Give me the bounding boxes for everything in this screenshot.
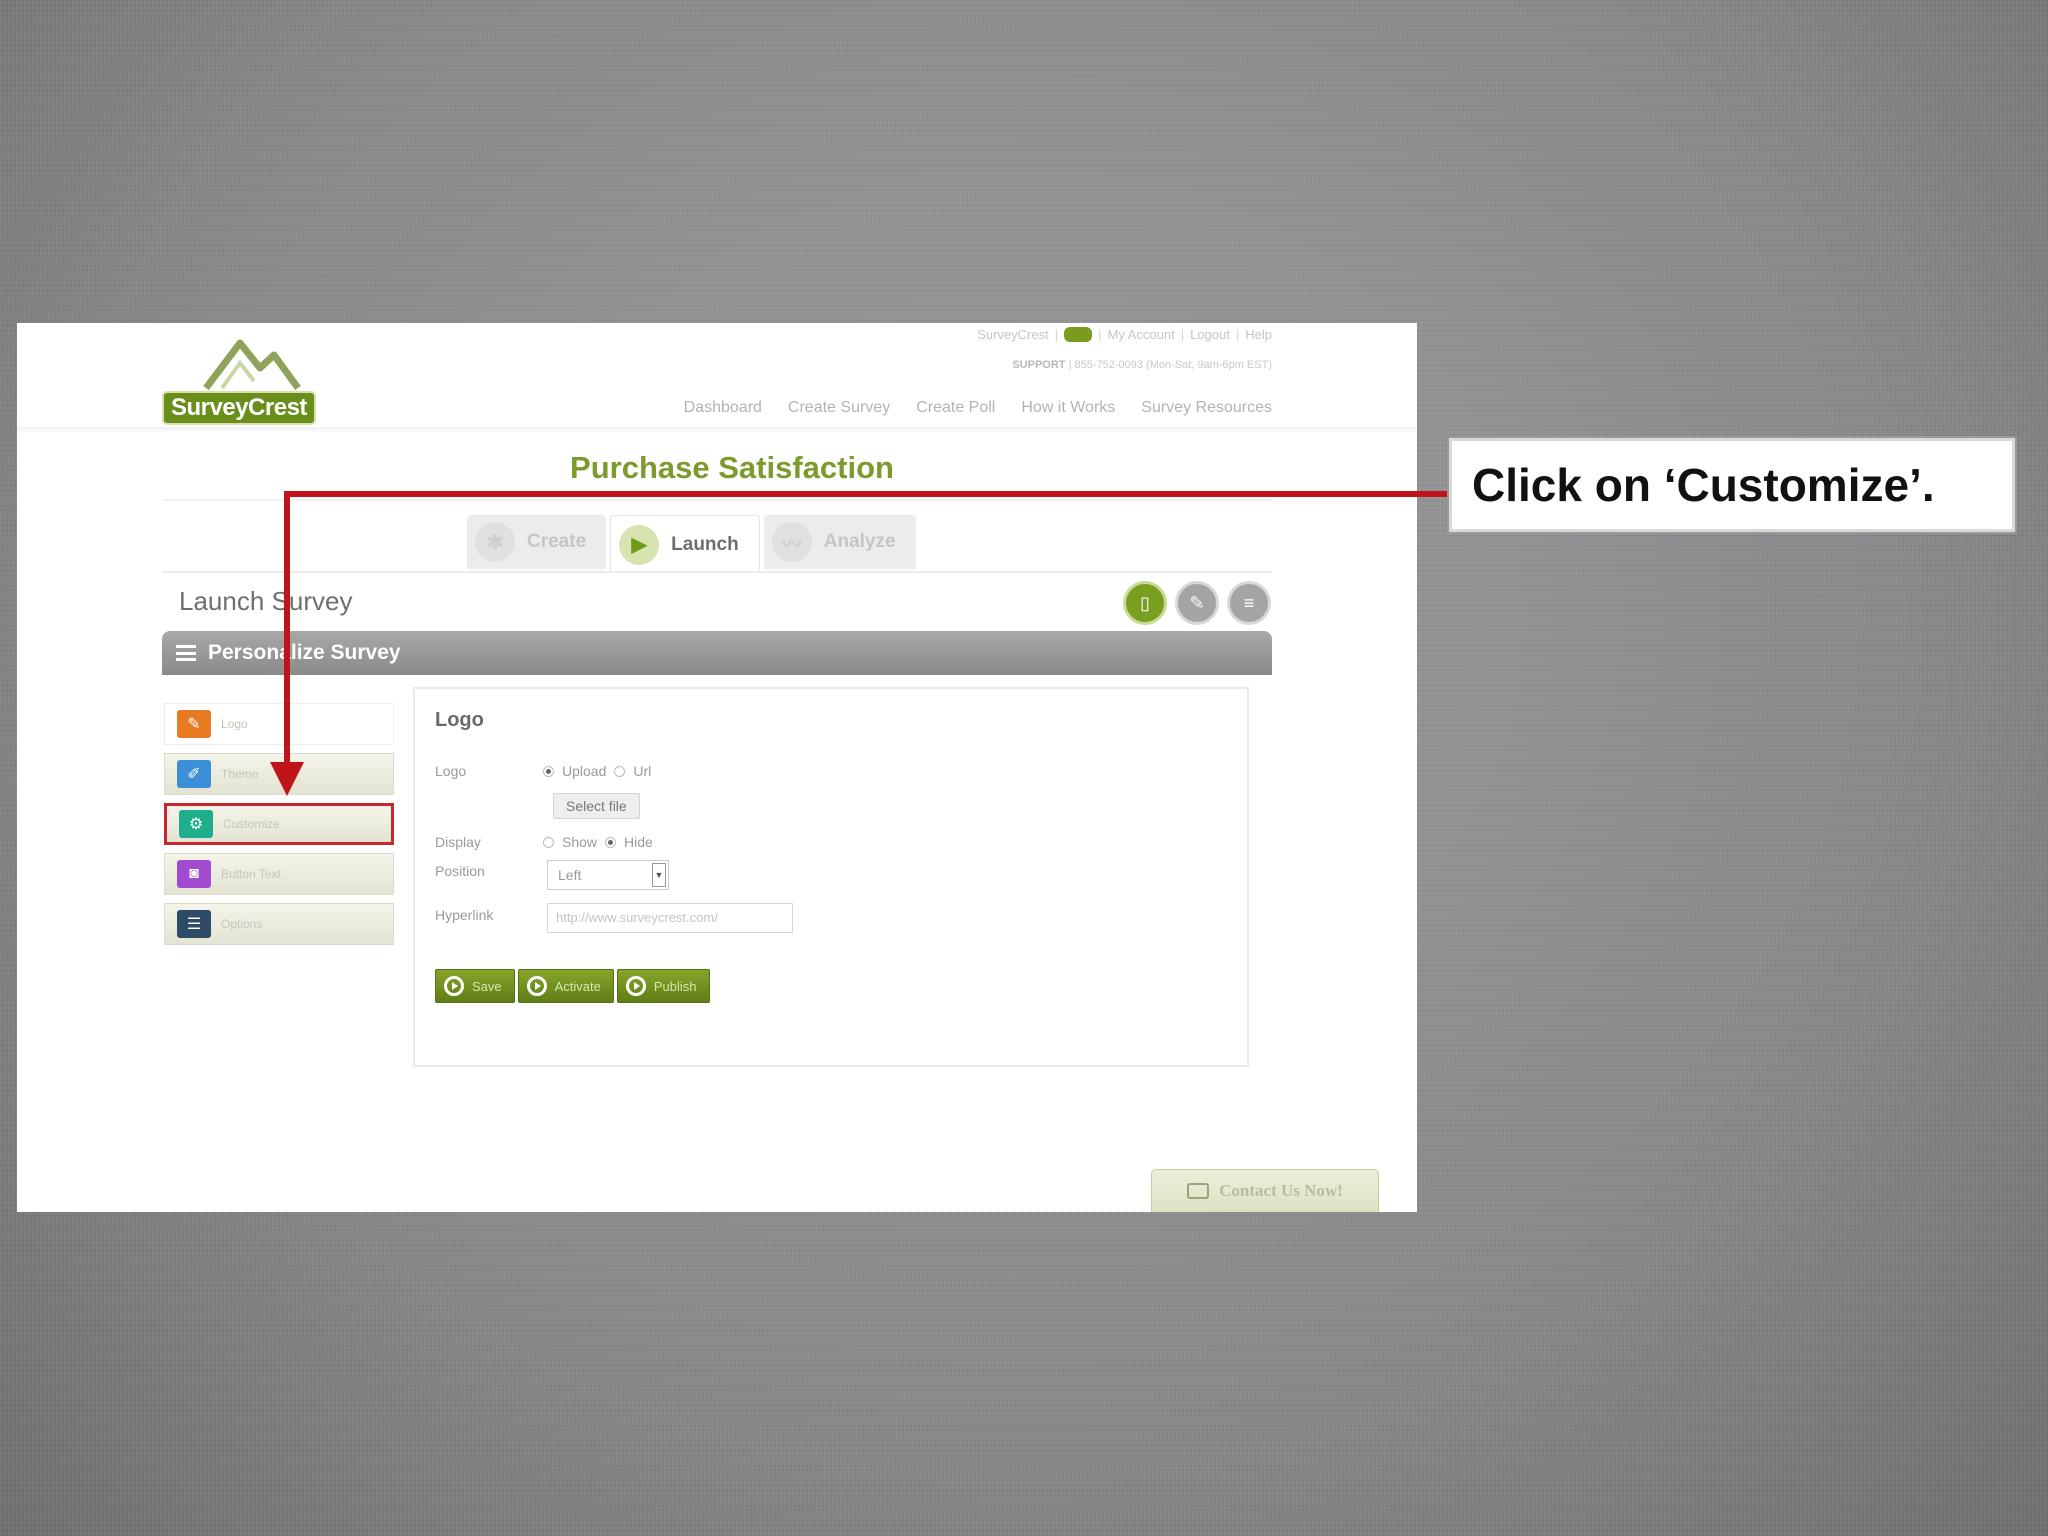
callout-arrow xyxy=(270,491,1450,796)
instruction-callout: Click on ‘Customize’. xyxy=(1447,436,2017,534)
